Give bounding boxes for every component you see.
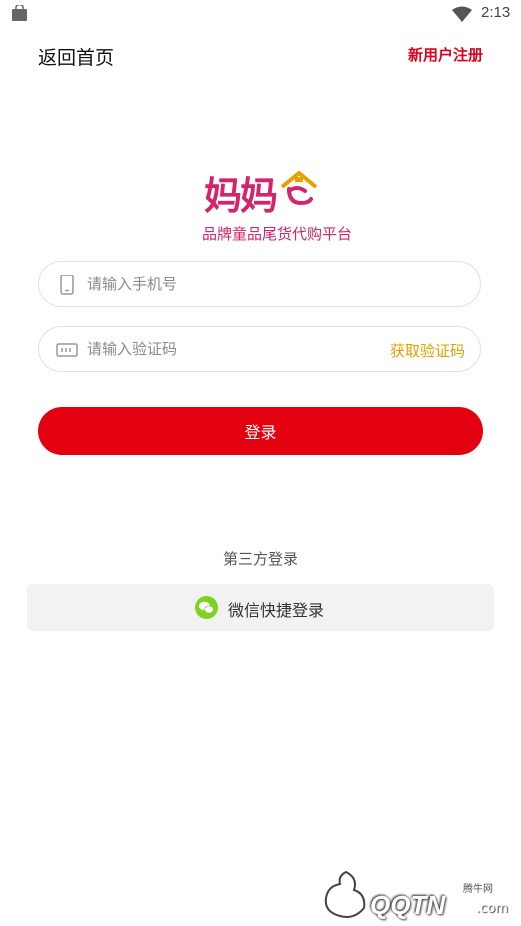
code-field[interactable]: 获取验证码 <box>38 326 481 372</box>
code-input[interactable] <box>87 327 337 371</box>
phone-input[interactable] <box>87 262 337 306</box>
logo-slogan: 品牌童品尾货代购平台 <box>202 225 353 243</box>
keyboard-icon <box>56 343 78 357</box>
get-code-button[interactable]: 获取验证码 <box>390 340 465 361</box>
login-button[interactable]: 登录 <box>38 407 483 455</box>
watermark-suffix: .com <box>476 901 508 916</box>
logo-wordmark: 妈妈 <box>204 174 278 218</box>
register-link[interactable]: 新用户注册 <box>408 44 483 65</box>
watermark-logo-icon <box>324 870 366 918</box>
wechat-login-button[interactable]: 微信快捷登录 <box>27 584 494 631</box>
watermark-top-text: 腾牛网 <box>463 884 493 895</box>
phone-icon <box>60 275 74 295</box>
third-party-title: 第三方登录 <box>222 550 298 568</box>
wechat-login-label: 微信快捷登录 <box>228 601 325 620</box>
watermark-main-text: QQTN <box>370 890 446 920</box>
phone-field[interactable] <box>38 261 481 307</box>
back-home-link[interactable]: 返回首页 <box>38 43 114 70</box>
wechat-icon <box>195 596 218 619</box>
house-icon <box>280 171 318 206</box>
status-bar: 2:13 <box>0 0 521 28</box>
wifi-icon <box>452 6 472 22</box>
watermark: 腾牛网 QQTN .com <box>318 868 518 924</box>
bag-icon <box>12 5 27 21</box>
brand-logo: 妈妈 品牌童品尾货代购平台 <box>190 165 352 245</box>
status-time: 2:13 <box>481 4 511 21</box>
